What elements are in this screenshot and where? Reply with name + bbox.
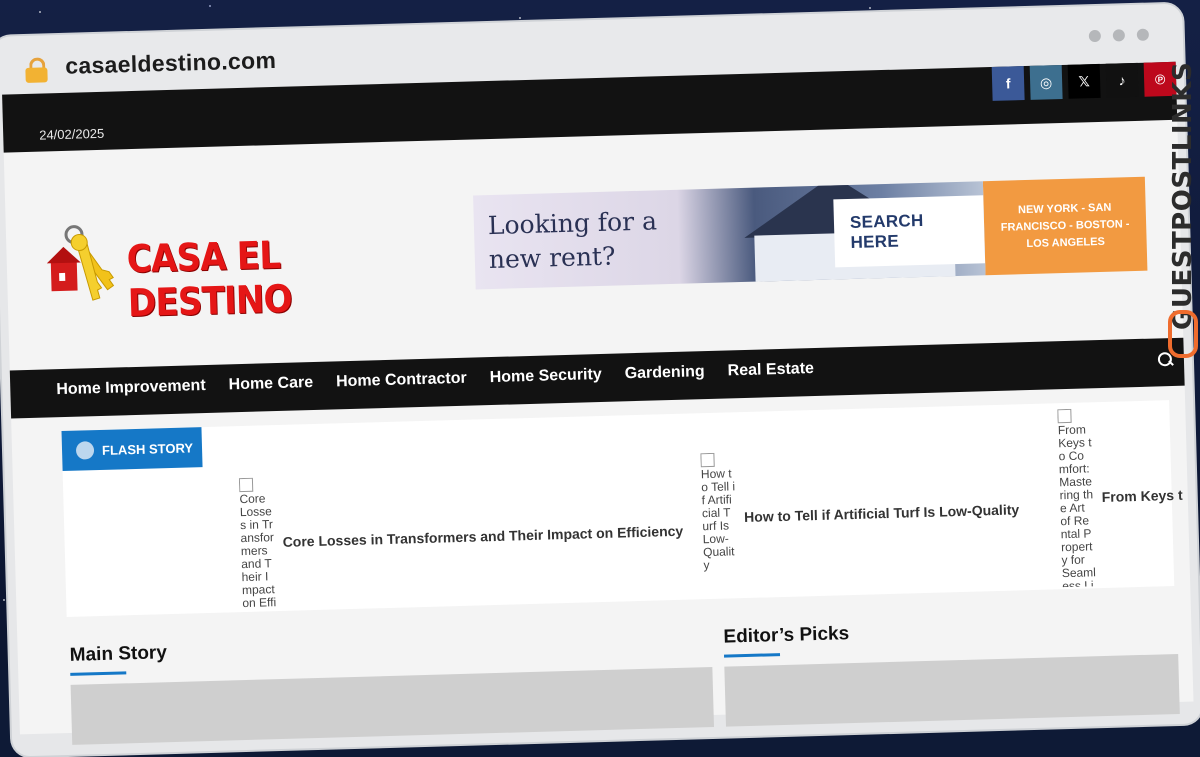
lock-icon xyxy=(25,57,48,83)
nav-item-home-contractor[interactable]: Home Contractor xyxy=(336,370,467,392)
ticker-item[interactable]: How to Tell if Artificial Turf Is Low-Qu… xyxy=(700,444,1021,583)
window-controls xyxy=(1088,28,1150,43)
ticker-title[interactable]: How to Tell if Artificial Turf Is Low-Qu… xyxy=(744,501,1019,525)
main-story-image[interactable] xyxy=(70,666,715,745)
editors-picks-heading: Editor’s Picks xyxy=(723,623,850,648)
guestpostlinks-watermark: GUESTPOSTLINKS xyxy=(1166,60,1198,360)
dot-icon xyxy=(1112,29,1126,42)
flash-story-badge: FLASH STORY xyxy=(61,427,203,472)
editors-picks-image[interactable] xyxy=(724,653,1180,727)
banner-image: Looking for a new rent? SEARCH HERE xyxy=(473,181,986,290)
ad-banner[interactable]: Looking for a new rent? SEARCH HERE NEW … xyxy=(473,176,1148,290)
nav-items: Home Improvement Home Care Home Contract… xyxy=(56,360,814,399)
banner-search-button[interactable]: SEARCH HERE xyxy=(833,195,986,268)
nav-item-real-estate[interactable]: Real Estate xyxy=(727,360,814,380)
broken-image: Core Losses in Transformers and Their Im… xyxy=(239,477,277,608)
broken-image: How to Tell if Artificial Turf Is Low-Qu… xyxy=(700,452,738,583)
editors-picks-underline xyxy=(723,653,781,658)
ticker-title[interactable]: Core Losses in Transformers and Their Im… xyxy=(282,523,683,550)
main-story-underline xyxy=(70,671,127,676)
nav-item-home-improvement[interactable]: Home Improvement xyxy=(56,377,206,399)
ticker-item[interactable]: Core Losses in Transformers and Their Im… xyxy=(239,466,685,608)
banner-cities: NEW YORK - SAN FRANCISCO - BOSTON - LOS … xyxy=(982,176,1148,276)
banner-tagline: Looking for a new rent? xyxy=(487,206,658,275)
instagram-icon[interactable]: ◎ xyxy=(1029,64,1063,100)
ticker-item[interactable]: From Keys to Comfort: Mastering the Art … xyxy=(1057,406,1185,587)
watermark-text: GUESTPOSTLINKS xyxy=(1168,61,1198,330)
social-links: f ◎ 𝕏 ♪ ℗ xyxy=(991,61,1177,101)
flash-story-ticker: FLASH STORY Core Losses in Transformers … xyxy=(61,400,1183,617)
tiktok-icon[interactable]: ♪ xyxy=(1105,62,1139,98)
browser-frame: casaeldestino.com 24/02/2025 f ◎ 𝕏 ♪ ℗ C… xyxy=(0,3,1200,757)
site-header: CASA EL DESTINO Looking for a new rent? … xyxy=(4,120,1184,373)
site-logo[interactable]: CASA EL DESTINO xyxy=(46,211,428,325)
current-date: 24/02/2025 xyxy=(39,125,105,143)
dot-icon xyxy=(1136,28,1150,41)
keys-house-icon xyxy=(46,225,115,301)
nav-item-home-security[interactable]: Home Security xyxy=(489,366,602,387)
dot-icon xyxy=(1088,29,1102,43)
ticker-title[interactable]: From Keys t xyxy=(1102,487,1183,505)
logo-text: CASA EL DESTINO xyxy=(126,232,293,326)
browser-window: casaeldestino.com 24/02/2025 f ◎ 𝕏 ♪ ℗ C… xyxy=(0,3,1200,757)
nav-item-gardening[interactable]: Gardening xyxy=(624,363,704,383)
page: 24/02/2025 f ◎ 𝕏 ♪ ℗ CASA EL DESTINO Loo… xyxy=(2,61,1194,745)
x-icon[interactable]: 𝕏 xyxy=(1067,63,1101,99)
facebook-icon[interactable]: f xyxy=(991,66,1025,101)
nav-item-home-care[interactable]: Home Care xyxy=(228,374,313,394)
circle-icon xyxy=(75,441,95,460)
url-text[interactable]: casaeldestino.com xyxy=(65,47,277,80)
broken-image: From Keys to Comfort: Mastering the Art … xyxy=(1057,408,1096,587)
flash-story-label: FLASH STORY xyxy=(101,439,194,458)
link-icon xyxy=(1168,310,1198,358)
main-story-heading: Main Story xyxy=(69,642,168,666)
